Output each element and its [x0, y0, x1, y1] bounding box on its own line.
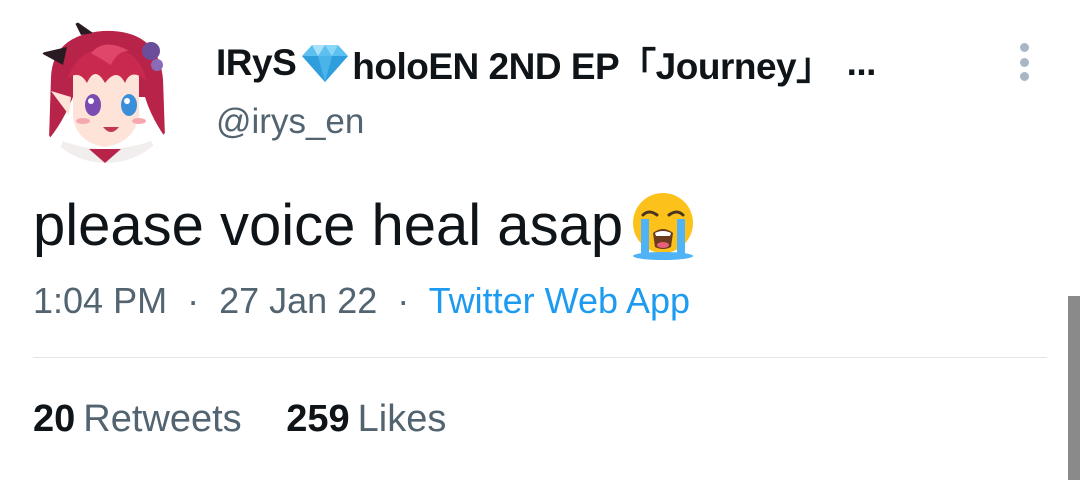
display-name[interactable]: IRyS holoEN 2ND EP「Journey」 ...: [216, 40, 877, 87]
tweet-text-body: please voice heal asap: [33, 192, 624, 258]
user-handle[interactable]: @irys_en: [216, 102, 364, 142]
tweet-detail: IRyS holoEN 2ND EP「Journey」 ... @irys_en…: [0, 0, 1080, 480]
blue-diamond-icon: [300, 43, 350, 83]
anime-avatar-icon: [33, 17, 179, 163]
avatar[interactable]: [33, 17, 179, 163]
tweet-date[interactable]: 27 Jan 22: [219, 280, 377, 321]
display-name-ellipsis: ...: [846, 42, 877, 83]
likes-count: 259: [286, 398, 350, 440]
retweets-link[interactable]: 20 Retweets: [33, 398, 252, 440]
retweets-count: 20: [33, 398, 76, 440]
dot-icon: [1019, 57, 1029, 67]
likes-label: Likes: [357, 398, 447, 440]
tweet-time[interactable]: 1:04 PM: [33, 280, 167, 321]
scrollbar[interactable]: [1068, 296, 1080, 480]
meta-separator: ·: [397, 280, 410, 321]
display-name-part1: IRyS: [216, 42, 297, 83]
loudly-crying-face-icon: [627, 189, 699, 261]
retweets-label: Retweets: [83, 398, 242, 440]
tweet-text: please voice heal asap: [33, 190, 699, 260]
dot-icon: [1019, 72, 1029, 81]
tweet-source-link[interactable]: Twitter Web App: [429, 280, 690, 321]
tweet-meta: 1:04 PM · 27 Jan 22 · Twitter Web App: [33, 280, 690, 322]
more-options-button[interactable]: [1010, 40, 1038, 84]
dot-icon: [1019, 43, 1029, 52]
tweet-stats: 20 Retweets 259 Likes: [33, 398, 446, 441]
likes-link[interactable]: 259 Likes: [286, 398, 446, 440]
display-name-part2: holoEN 2ND EP「Journey」: [352, 46, 833, 87]
meta-separator: ·: [187, 280, 200, 321]
divider: [33, 357, 1047, 358]
